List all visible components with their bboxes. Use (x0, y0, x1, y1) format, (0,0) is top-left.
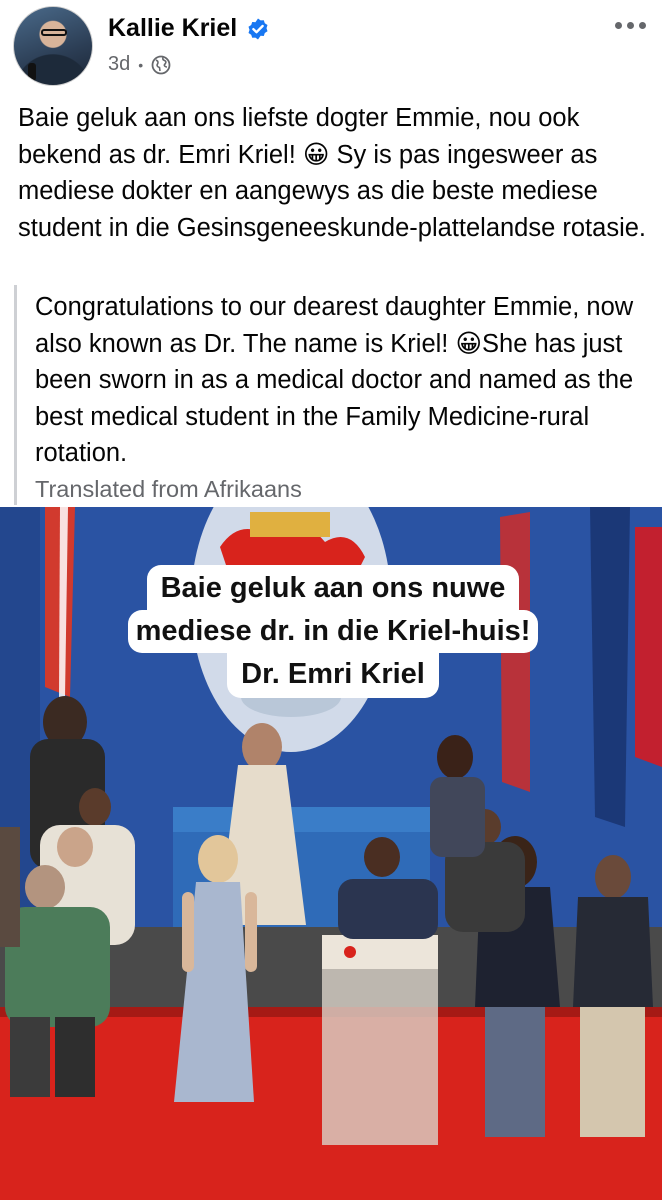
caption-line-3: Dr. Emri Kriel (227, 653, 439, 698)
caption-line-1: Baie geluk aan ons nuwe (146, 565, 520, 610)
translation-note[interactable]: Translated from Afrikaans (35, 473, 654, 505)
author-name[interactable]: Kallie Kriel (108, 14, 237, 43)
post-meta: 3d • (108, 53, 171, 76)
post-time[interactable]: 3d (108, 53, 130, 76)
globe-icon[interactable] (151, 55, 171, 75)
more-options-icon[interactable] (609, 16, 652, 35)
author-name-row: Kallie Kriel (108, 14, 270, 43)
post-header: Kallie Kriel 3d • (0, 0, 662, 100)
post-text: Baie geluk aan ons liefste dogter Emmie,… (18, 104, 646, 242)
avatar-glasses (41, 29, 67, 36)
translation-block: Congratulations to our dearest daughter … (14, 285, 654, 505)
meta-separator: • (138, 56, 144, 73)
caption-line-2: mediese dr. in die Kriel-huis! (127, 610, 539, 653)
video-caption: Baie geluk aan ons nuwe mediese dr. in d… (78, 565, 588, 698)
verified-badge-icon (248, 18, 268, 39)
avatar-microphone (28, 63, 36, 81)
author-avatar[interactable] (13, 6, 93, 86)
post-photo[interactable]: Baie geluk aan ons nuwe mediese dr. in d… (0, 507, 662, 1200)
translated-text: Congratulations to our dearest daughter … (35, 293, 634, 467)
